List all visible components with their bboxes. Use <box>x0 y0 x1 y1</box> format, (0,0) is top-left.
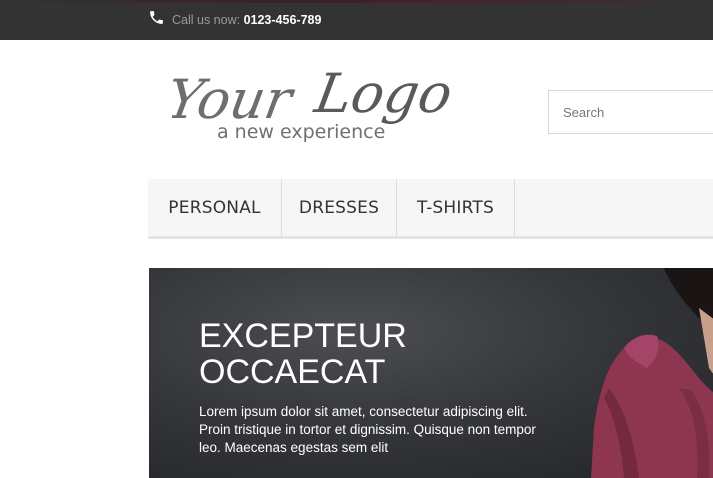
banner-title-line1: EXCEPTEUR <box>199 317 407 355</box>
banner-model-image <box>591 268 713 478</box>
phone-number[interactable]: 0123-456-789 <box>244 13 322 27</box>
call-label: Call us now: <box>172 13 241 27</box>
search-input[interactable] <box>548 90 713 134</box>
menu-item-label: PERSONAL <box>168 197 261 218</box>
menu-item-label: T-SHIRTS <box>417 197 494 218</box>
banner-description: Lorem ipsum dolor sit amet, consectetur … <box>199 404 536 455</box>
menu-item-personal[interactable]: PERSONAL <box>148 179 282 236</box>
site-logo[interactable]: Your Logo a new experience <box>172 60 462 146</box>
menu-item-dresses[interactable]: DRESSES <box>282 179 397 236</box>
phone-icon <box>150 11 163 24</box>
menu-item-label: DRESSES <box>298 197 380 218</box>
top-bar-accent <box>0 0 713 3</box>
banner-title: EXCEPTEUR OCCAECAT <box>199 318 539 390</box>
menu-item-t-shirts[interactable]: T-SHIRTS <box>397 179 515 236</box>
hero-banner[interactable]: EXCEPTEUR OCCAECAT Lorem ipsum dolor sit… <box>149 268 713 478</box>
top-bar: Call us now: 0123-456-789 <box>0 0 713 40</box>
main-menu: PERSONAL DRESSES T-SHIRTS <box>148 179 713 239</box>
call-us-text: Call us now: 0123-456-789 <box>172 13 321 27</box>
banner-title-line2: OCCAECAT <box>199 353 386 391</box>
logo-word-logo: Logo <box>310 61 458 125</box>
logo-tagline: a new experience <box>217 121 385 143</box>
